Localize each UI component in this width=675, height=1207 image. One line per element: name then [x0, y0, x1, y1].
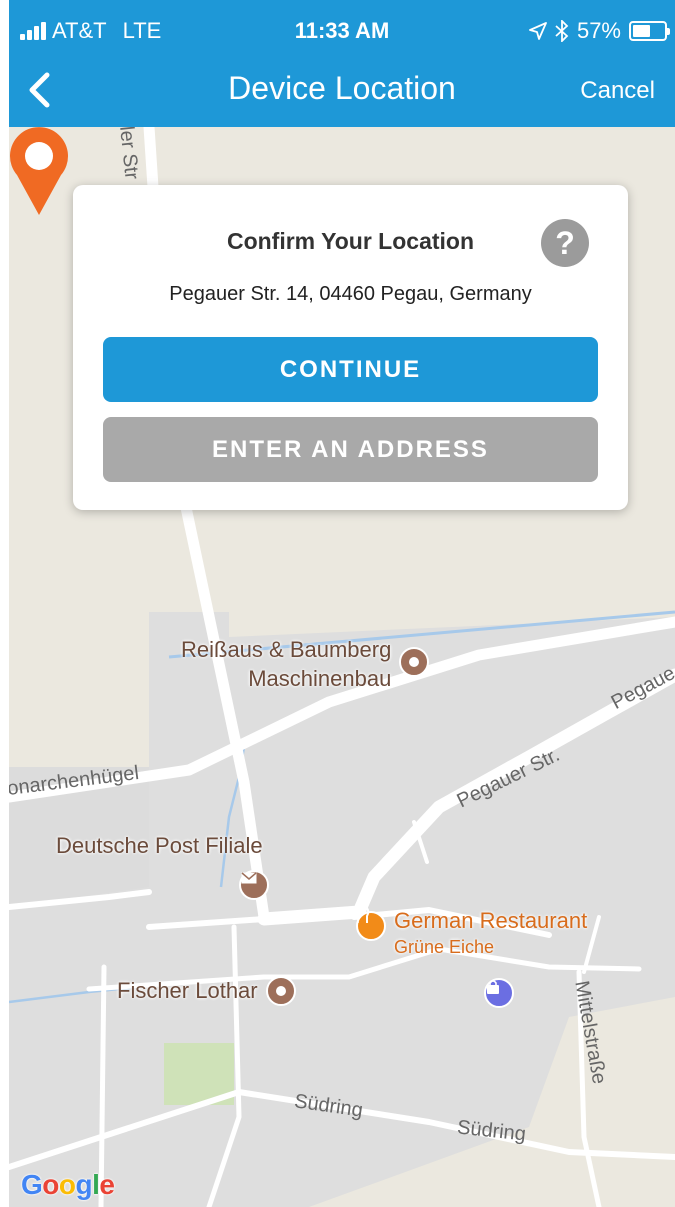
status-bar: AT&T LTE 11:33 AM 57%: [9, 0, 675, 60]
poi-reissaus-baumberg[interactable]: Reißaus & Baumberg Maschinenbau: [181, 635, 430, 693]
circle-dot-icon: [265, 976, 296, 1006]
battery-icon: [629, 21, 670, 41]
battery-percent: 57%: [576, 18, 621, 43]
poi-label-line2: Maschinenbau: [248, 666, 392, 691]
circle-dot-icon: [399, 647, 430, 677]
poi-fischer-lothar[interactable]: Fischer Lothar: [117, 976, 296, 1006]
bluetooth-icon: [555, 20, 569, 42]
location-pin-icon[interactable]: [9, 127, 69, 217]
header: AT&T LTE 11:33 AM 57% Device Location Ca…: [9, 0, 675, 127]
cancel-button[interactable]: Cancel: [580, 77, 655, 105]
confirm-location-card: Confirm Your Location ? Pegauer Str. 14,…: [73, 185, 628, 510]
restaurant-icon: [356, 907, 386, 941]
mail-icon[interactable]: [239, 870, 269, 900]
enter-address-button[interactable]: ENTER AN ADDRESS: [103, 417, 598, 482]
poi-german-restaurant[interactable]: German Restaurant Grüne Eiche: [356, 907, 587, 961]
poi-label-line2: Grüne Eiche: [394, 937, 495, 957]
address-text: Pegauer Str. 14, 04460 Pegau, Germany: [169, 283, 532, 305]
poi-label: Deutsche Post Filiale: [56, 833, 263, 858]
continue-button[interactable]: CONTINUE: [103, 337, 598, 402]
page-title: Device Location: [228, 70, 456, 106]
poi-label: Fischer Lothar: [117, 978, 258, 1003]
location-arrow-icon: [529, 22, 547, 40]
nav-bar: Device Location Cancel: [9, 60, 675, 127]
google-logo: Google: [21, 1169, 115, 1200]
poi-deutsche-post[interactable]: Deutsche Post Filiale: [56, 833, 263, 859]
poi-label-line1: Reißaus & Baumberg: [181, 637, 392, 662]
poi-label-line1: German Restaurant: [394, 908, 588, 933]
app-frame: ler Str onarchenhügel Pegauer Str. Pegau…: [9, 0, 675, 1207]
help-icon[interactable]: ?: [541, 219, 589, 267]
shopping-bag-icon[interactable]: [484, 978, 514, 1008]
